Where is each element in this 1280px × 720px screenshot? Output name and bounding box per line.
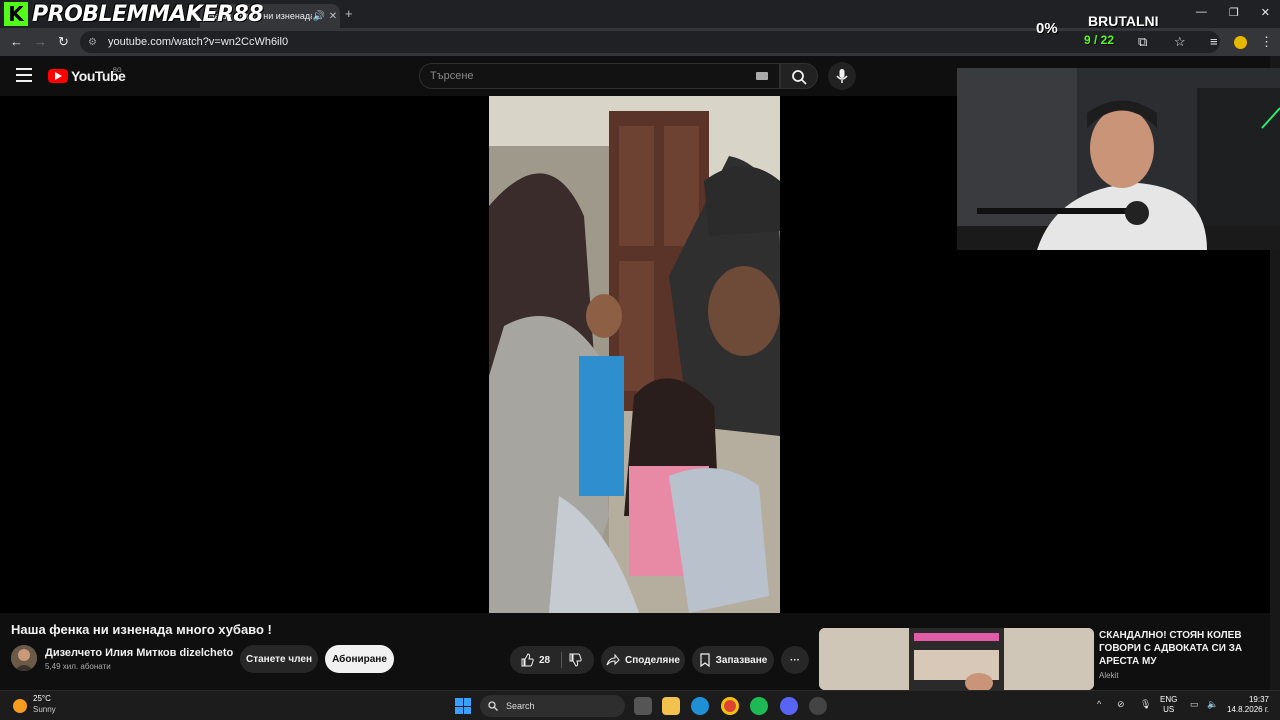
close-window-icon[interactable]: ✕ xyxy=(1261,6,1270,19)
close-tab-icon[interactable]: ✕ xyxy=(326,11,340,22)
lang-line2: US xyxy=(1163,705,1175,714)
clock[interactable]: 19:37 14.8.2026 г. xyxy=(1227,695,1269,715)
search-button[interactable] xyxy=(780,63,818,89)
sun-icon[interactable] xyxy=(13,699,27,713)
country-code: BG xyxy=(113,68,122,74)
share-icon xyxy=(606,654,620,666)
search-input[interactable]: Търсене xyxy=(419,63,780,89)
new-tab-button[interactable]: + xyxy=(345,6,353,21)
thumbs-down-icon[interactable] xyxy=(568,653,582,667)
file-explorer-icon[interactable] xyxy=(662,697,680,715)
bookmark-save-icon xyxy=(700,653,710,667)
video-scene-image xyxy=(489,96,780,613)
maximize-icon[interactable]: ❐ xyxy=(1229,6,1239,19)
share-label: Споделяне xyxy=(625,654,680,666)
task-view-icon[interactable] xyxy=(634,697,652,715)
channel-name[interactable]: Дизелчето Илия Митков dizelcheto xyxy=(45,647,233,659)
thumbs-up-icon[interactable] xyxy=(520,653,534,667)
clock-time: 19:37 xyxy=(1248,695,1269,704)
windows-start-icon[interactable] xyxy=(455,698,471,714)
save-button[interactable]: Запазване xyxy=(692,646,774,674)
subscribe-button[interactable]: Абониране xyxy=(325,645,394,673)
streamer-name: PROBLEMMAKER88 xyxy=(32,1,264,27)
like-dislike-group: 28 xyxy=(510,646,594,674)
avatar-image xyxy=(11,645,37,671)
reading-list-icon[interactable]: ≡ xyxy=(1210,34,1218,49)
minimize-icon[interactable]: — xyxy=(1196,6,1207,19)
tray-chevron-icon[interactable]: ^ xyxy=(1097,699,1101,709)
extensions-icon[interactable]: ⧉ xyxy=(1138,34,1147,50)
keyboard-icon[interactable] xyxy=(756,72,768,80)
recommended-video-title[interactable]: СКАНДАЛНО! СТОЯН КОЛЕВ ГОВОРИ С АДВОКАТА… xyxy=(1099,629,1259,668)
channel-avatar[interactable] xyxy=(11,645,37,671)
search-icon xyxy=(792,70,807,85)
recommended-video-thumbnail[interactable] xyxy=(819,628,1094,690)
forward-icon[interactable]: → xyxy=(34,34,47,49)
video-frame[interactable] xyxy=(489,96,780,613)
app-icon[interactable] xyxy=(809,697,827,715)
window-controls: — ❐ ✕ xyxy=(1196,6,1270,19)
webcam-image xyxy=(957,68,1280,250)
site-info-icon[interactable]: ⚙ xyxy=(88,37,102,48)
tray-wifi-icon[interactable]: ▭ xyxy=(1190,699,1199,710)
keyboard-language[interactable]: ENG US xyxy=(1160,695,1177,715)
chrome-icon[interactable] xyxy=(721,697,739,715)
tray-network-icon[interactable]: ⊘ xyxy=(1117,699,1125,710)
like-count[interactable]: 28 xyxy=(539,655,550,666)
hamburger-menu-icon[interactable] xyxy=(16,68,32,82)
save-label: Запазване xyxy=(715,654,768,666)
url-text: youtube.com/watch?v=wn2CcWh6il0 xyxy=(108,36,289,48)
microphone-icon xyxy=(836,69,848,83)
browser-menu-icon[interactable]: ⋮ xyxy=(1260,34,1273,50)
thumbnail-image xyxy=(819,628,1094,690)
clock-date: 14.8.2026 г. xyxy=(1227,705,1269,714)
more-actions-button[interactable]: ··· xyxy=(781,646,809,674)
kick-logo-icon: K xyxy=(4,2,28,26)
overlay-count: 9 / 22 xyxy=(1084,33,1115,47)
weather-description[interactable]: Sunny xyxy=(33,705,56,714)
weather-temperature[interactable]: 25°C xyxy=(33,694,51,703)
subscriber-count: 5,49 хил. абонати xyxy=(45,662,111,671)
bookmark-icon[interactable]: ☆ xyxy=(1174,34,1186,50)
overlay-percent: 0% xyxy=(1036,20,1058,37)
spotify-icon[interactable] xyxy=(750,697,768,715)
tray-volume-icon[interactable]: 🔈 xyxy=(1207,699,1218,710)
taskbar-search-icon xyxy=(488,701,498,711)
taskbar-search[interactable]: Search xyxy=(480,695,625,717)
lang-line1: ENG xyxy=(1160,695,1178,704)
youtube-play-icon xyxy=(48,69,68,83)
join-button[interactable]: Станете член xyxy=(240,645,318,673)
tray-mic-icon[interactable]: 🎙 xyxy=(1140,699,1151,710)
like-divider xyxy=(561,652,562,668)
voice-search-button[interactable] xyxy=(828,62,856,90)
video-title: Наша фенка ни изненада много хубаво ! xyxy=(11,622,272,637)
streamer-logo: K PROBLEMMAKER88 xyxy=(0,0,264,28)
profile-avatar[interactable] xyxy=(1234,36,1247,49)
speaker-icon[interactable]: 🔊 xyxy=(312,11,326,22)
overlay-name: BRUTALNI xyxy=(1088,13,1159,29)
discord-icon[interactable] xyxy=(780,697,798,715)
reload-icon[interactable]: ↻ xyxy=(58,34,69,50)
edge-icon[interactable] xyxy=(691,697,709,715)
taskbar: 25°C Sunny Search ^ ⊘ 🎙 ENG US ▭ 🔈 19:37… xyxy=(0,690,1280,720)
taskbar-search-label: Search xyxy=(506,701,535,711)
back-icon[interactable]: ← xyxy=(10,34,23,49)
recommended-video-channel[interactable]: Alekit xyxy=(1099,671,1119,680)
share-button[interactable]: Споделяне xyxy=(601,646,685,674)
webcam-overlay xyxy=(957,68,1280,250)
